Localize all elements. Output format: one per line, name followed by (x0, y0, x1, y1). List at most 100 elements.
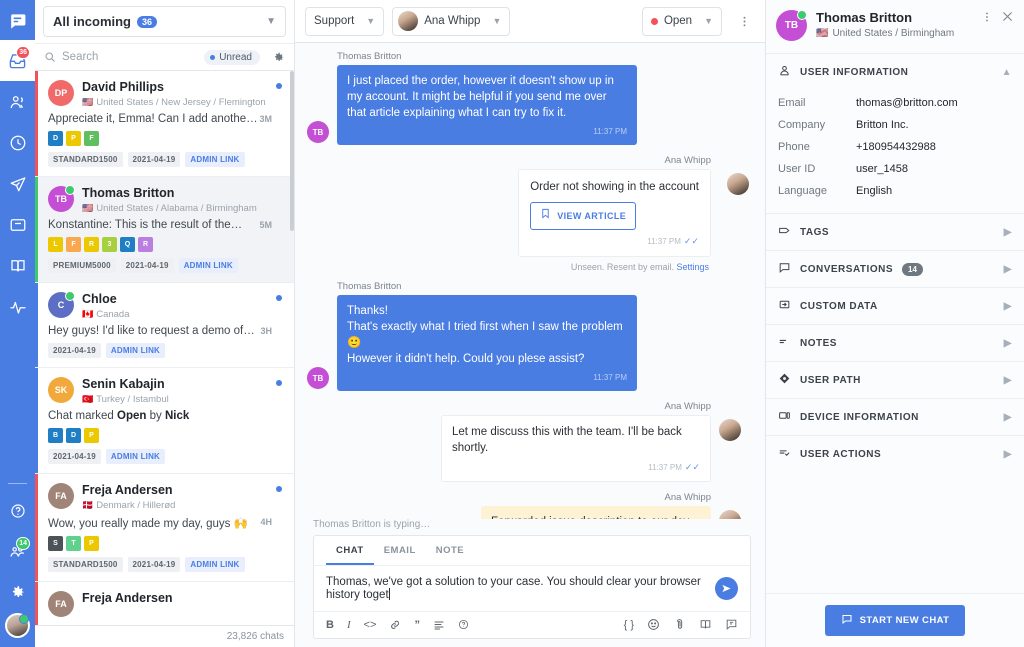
list-settings-gear-icon[interactable] (272, 51, 285, 64)
profile-more-menu-icon[interactable] (981, 10, 993, 28)
sidebar-item-analytics[interactable] (0, 286, 35, 327)
current-user-avatar[interactable] (5, 613, 30, 638)
conversation-scroll-area[interactable]: DP David Phillips 🇺🇸 United States / New… (35, 71, 294, 625)
tab-email[interactable]: EMAIL (374, 536, 426, 565)
conversation-item-freja-andersen-2[interactable]: FA Freja Andersen (35, 582, 294, 625)
section-tags[interactable]: TAGS ▶ (766, 213, 1024, 250)
message-bubble[interactable]: Thanks! That's exactly what I tried firs… (337, 295, 637, 391)
section-conversations[interactable]: CONVERSATIONS 14 ▶ (766, 250, 1024, 287)
bold-icon[interactable]: B (326, 619, 334, 631)
section-user-path[interactable]: USER PATH ▶ (766, 361, 1024, 398)
assignee-select[interactable]: Ana Whipp ▼ (392, 6, 511, 36)
italic-icon[interactable]: I (347, 619, 351, 631)
message-bubble[interactable]: Let me discuss this with the team. I'll … (441, 415, 711, 482)
conversation-item-david-phillips[interactable]: DP David Phillips 🇺🇸 United States / New… (35, 71, 294, 177)
tab-note[interactable]: NOTE (426, 536, 474, 565)
search-input[interactable]: Search (62, 51, 198, 63)
tag-chip[interactable]: P (84, 536, 99, 551)
avatar (719, 510, 741, 519)
settings-link[interactable]: Settings (676, 262, 709, 272)
section-notes[interactable]: NOTES ▶ (766, 324, 1024, 361)
tag-chip[interactable]: F (84, 131, 99, 146)
attach-icon[interactable] (673, 618, 686, 631)
composer-input[interactable]: Thomas, we've got a solution to your cas… (326, 576, 707, 601)
chat-more-menu-icon[interactable] (734, 15, 755, 28)
conversation-item-freja-andersen[interactable]: FA Freja Andersen 🇩🇰 Denmark / Hillerød … (35, 474, 294, 582)
sidebar-item-help[interactable] (0, 490, 35, 531)
conversation-stripe (35, 368, 38, 473)
tag-chip[interactable]: B (48, 428, 63, 443)
conversation-item-chloe[interactable]: C Chloe 🇨🇦 Canada Hey guys! I'd like to … (35, 283, 294, 368)
field-row: Language English (778, 180, 1012, 202)
tag-chip[interactable]: D (66, 428, 81, 443)
code-icon[interactable]: <> (364, 619, 377, 631)
tag-chip[interactable]: T (66, 536, 81, 551)
help-icon[interactable] (458, 619, 469, 630)
chevron-right-icon: ▶ (1003, 448, 1012, 460)
note-bubble[interactable]: Forwarded issue description to our dev t… (481, 506, 711, 519)
location-text: Canada (96, 309, 130, 320)
sidebar-item-team[interactable]: 14 (0, 531, 35, 572)
tag-chip[interactable]: S (48, 536, 63, 551)
sidebar-item-history[interactable] (0, 122, 35, 163)
field-key: User ID (778, 163, 816, 175)
snippet-icon[interactable]: { } (624, 619, 634, 631)
tag-chip[interactable]: L (48, 237, 63, 252)
tag-chip[interactable]: 3 (102, 237, 117, 252)
link-icon[interactable] (389, 619, 401, 631)
start-new-chat-button[interactable]: START NEW CHAT (824, 605, 966, 636)
tag-chip[interactable]: F (66, 237, 81, 252)
location-text: Turkey / Istambul (96, 394, 169, 405)
tag-chip[interactable]: P (66, 131, 81, 146)
group-select[interactable]: Support ▼ (305, 6, 385, 36)
canned-response-icon[interactable] (725, 618, 738, 631)
time-text: 11:37 PM (648, 463, 682, 472)
import-icon (778, 298, 791, 314)
admin-link[interactable]: ADMIN LINK (185, 152, 245, 167)
message-avatar-slot: TB (307, 51, 337, 145)
unread-filter-toggle[interactable]: Unread (204, 49, 260, 65)
inbox-filter-select[interactable]: All incoming 36 ▼ (43, 6, 286, 37)
list-icon[interactable] (433, 619, 445, 631)
view-article-button[interactable]: VIEW ARTICLE (530, 202, 637, 230)
tag-chip[interactable]: R (138, 237, 153, 252)
conversation-item-thomas-britton[interactable]: TB Thomas Britton 🇺🇸 United States / Ala… (35, 177, 294, 283)
section-device-information[interactable]: DEVICE INFORMATION ▶ (766, 398, 1024, 435)
message-row-agent: Ana Whipp Let me discuss this with the t… (307, 401, 749, 482)
sidebar-item-contacts[interactable] (0, 81, 35, 122)
tag-chip[interactable]: D (48, 131, 63, 146)
quote-icon[interactable]: ” (414, 619, 420, 631)
message-bubble[interactable]: I just placed the order, however it does… (337, 65, 637, 145)
sidebar-item-knowledge[interactable] (0, 245, 35, 286)
status-select[interactable]: Open ▼ (641, 6, 722, 36)
emoji-icon[interactable] (647, 618, 660, 631)
app-logo-icon[interactable] (0, 2, 35, 40)
sidebar-item-archive[interactable] (0, 204, 35, 245)
rail-divider (8, 483, 27, 484)
admin-link[interactable]: ADMIN LINK (105, 343, 166, 358)
section-user-actions[interactable]: USER ACTIONS ▶ (766, 435, 1024, 472)
sidebar-item-inbox[interactable]: 36 (0, 40, 35, 81)
tag-chip[interactable]: R (84, 237, 99, 252)
conversation-item-senin-kabajin[interactable]: SK Senin Kabajin 🇹🇷 Turkey / Istambul Ch… (35, 368, 294, 474)
tag-chip[interactable]: Q (120, 237, 135, 252)
tab-chat[interactable]: CHAT (326, 536, 374, 565)
avatar: TB (307, 367, 329, 389)
avatar: DP (48, 80, 74, 106)
close-icon[interactable] (1001, 10, 1014, 28)
knowledge-icon[interactable] (699, 618, 712, 631)
admin-link[interactable]: ADMIN LINK (105, 449, 166, 464)
list-scrollbar[interactable] (290, 71, 294, 231)
section-label: CONVERSATIONS (800, 263, 893, 275)
admin-link[interactable]: ADMIN LINK (185, 557, 245, 572)
message-list[interactable]: TB Thomas Britton I just placed the orde… (295, 43, 765, 519)
section-custom-data[interactable]: CUSTOM DATA ▶ (766, 287, 1024, 324)
article-card[interactable]: Order not showing in the account VIEW AR… (518, 169, 711, 257)
admin-link[interactable]: ADMIN LINK (178, 258, 238, 273)
section-user-information[interactable]: USER INFORMATION ▲ (766, 53, 1024, 90)
sidebar-item-settings[interactable] (0, 572, 35, 613)
tag-chip[interactable]: P (84, 428, 99, 443)
country-flag-icon: 🇨🇦 (82, 309, 94, 319)
sidebar-item-campaigns[interactable] (0, 163, 35, 204)
send-button[interactable] (715, 577, 738, 600)
